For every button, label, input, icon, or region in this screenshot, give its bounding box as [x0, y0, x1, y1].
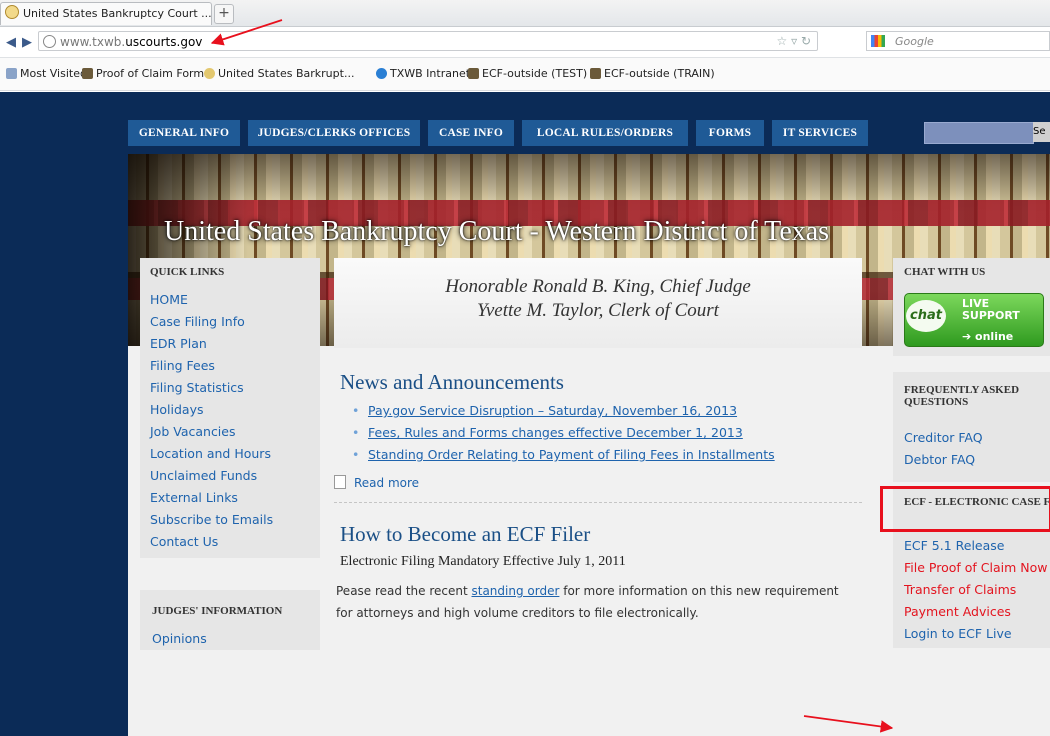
ecf-text-before: Pease read the recent — [336, 584, 472, 598]
chat-bubble-icon: chat — [906, 300, 946, 332]
nav-general-info[interactable]: GENERAL INFO — [128, 120, 240, 146]
debtor-faq-link[interactable]: Debtor FAQ — [904, 452, 975, 467]
bookmark-label: TXWB Intranet — [390, 67, 471, 80]
live-support-label: LIVE SUPPORT — [962, 298, 1020, 322]
scales-icon — [590, 68, 601, 79]
address-bar[interactable]: www.txwb.uscourts.gov ☆ ▿ ↻ — [38, 31, 818, 51]
url-domain: uscourts.gov — [125, 35, 203, 49]
nav-it-services[interactable]: IT SERVICES — [772, 120, 868, 146]
globe-icon — [43, 35, 56, 48]
judges-info-heading: JUDGES' INFORMATION — [152, 605, 283, 617]
clerk-line: Yvette M. Taylor, Clerk of Court — [477, 300, 719, 321]
seal-icon — [5, 5, 19, 19]
ecf-link-payment[interactable]: Payment Advices — [904, 604, 1047, 626]
quick-link-unclaimed-funds[interactable]: Unclaimed Funds — [150, 467, 273, 489]
support-label: SUPPORT — [962, 309, 1020, 322]
search-engine-label: Google — [895, 35, 934, 48]
quick-link-filing-fees[interactable]: Filing Fees — [150, 357, 273, 379]
quick-link-subscribe[interactable]: Subscribe to Emails — [150, 511, 273, 533]
bookmark-star-icon[interactable]: ☆ ▿ ↻ — [777, 34, 811, 48]
news-item[interactable]: Fees, Rules and Forms changes effective … — [352, 425, 775, 447]
ecf-mandatory-subheading: Electronic Filing Mandatory Effective Ju… — [340, 554, 626, 569]
url-prefix: www.txwb. — [60, 35, 126, 49]
online-text: online — [975, 330, 1014, 343]
news-heading: News and Announcements — [340, 370, 564, 394]
opinions-link[interactable]: Opinions — [152, 631, 207, 646]
ecf-link-release[interactable]: ECF 5.1 Release — [904, 538, 1047, 560]
bookmark-label: ECF-outside (TRAIN) — [604, 67, 715, 80]
site-search-button[interactable]: Se — [1033, 122, 1050, 142]
ecf-link-login[interactable]: Login to ECF Live — [904, 626, 1047, 648]
bookmark-ecf-test[interactable]: ECF-outside (TEST) — [468, 67, 587, 80]
quick-link-location[interactable]: Location and Hours — [150, 445, 273, 467]
scales-icon — [82, 68, 93, 79]
news-list: Pay.gov Service Disruption – Saturday, N… — [352, 403, 775, 469]
bookmark-label: United States Barkrupt... — [218, 67, 355, 80]
standing-order-link[interactable]: standing order — [472, 584, 560, 598]
ecf-paragraph-line2: for attorneys and high volume creditors … — [336, 606, 699, 620]
ecf-paragraph: Pease read the recent standing order for… — [336, 584, 839, 598]
google-icon — [871, 35, 885, 47]
browser-tab[interactable]: United States Bankruptcy Court ... — [0, 2, 212, 25]
chief-judge-line: Honorable Ronald B. King, Chief Judge — [445, 276, 751, 297]
quick-links-list: HOME Case Filing Info EDR Plan Filing Fe… — [150, 291, 273, 555]
quick-link-filing-statistics[interactable]: Filing Statistics — [150, 379, 273, 401]
forward-icon[interactable]: ▶ — [22, 35, 32, 50]
bookmark-proof-of-claim[interactable]: Proof of Claim Form — [82, 67, 204, 80]
ecf-text-after: for more information on this new require… — [559, 584, 839, 598]
ecf-filer-heading: How to Become an ECF Filer — [340, 522, 591, 546]
ecf-link-proof-of-claim[interactable]: File Proof of Claim Now — [904, 560, 1047, 582]
read-more-link[interactable]: Read more — [334, 475, 419, 490]
site-title: United States Bankruptcy Court - Western… — [164, 216, 830, 247]
scales-icon — [468, 68, 479, 79]
seal-icon — [204, 68, 215, 79]
bookmark-icon — [6, 68, 17, 79]
nav-forms[interactable]: FORMS — [696, 120, 764, 146]
bookmark-ecf-train[interactable]: ECF-outside (TRAIN) — [590, 67, 715, 80]
nav-local-rules[interactable]: LOCAL RULES/ORDERS — [522, 120, 688, 146]
navigation-bar: ◀ ▶ www.txwb.uscourts.gov ☆ ▿ ↻ Google — [0, 27, 1050, 58]
quick-link-external[interactable]: External Links — [150, 489, 273, 511]
nav-case-info[interactable]: CASE INFO — [428, 120, 514, 146]
tab-strip: United States Bankruptcy Court ... + — [0, 0, 1050, 27]
quick-link-job-vacancies[interactable]: Job Vacancies — [150, 423, 273, 445]
bookmark-label: ECF-outside (TEST) — [482, 67, 588, 80]
ie-icon — [376, 68, 387, 79]
annotation-highlight-box — [880, 486, 1050, 532]
bookmark-most-visited[interactable]: Most Visited — [6, 67, 87, 80]
search-engine-box[interactable]: Google — [866, 31, 1050, 51]
quick-links-heading: QUICK LINKS — [150, 266, 225, 278]
chat-heading: CHAT WITH US — [904, 266, 986, 278]
news-item[interactable]: Pay.gov Service Disruption – Saturday, N… — [352, 403, 775, 425]
bookmark-label: Proof of Claim Form — [96, 67, 205, 80]
read-more-label: Read more — [354, 476, 420, 490]
ecf-links: ECF 5.1 Release File Proof of Claim Now … — [904, 538, 1047, 648]
faq-heading: FREQUENTLY ASKED QUESTIONS — [904, 384, 1020, 408]
divider — [334, 502, 862, 503]
creditor-faq-link[interactable]: Creditor FAQ — [904, 430, 983, 445]
tab-title: United States Bankruptcy Court ... — [23, 7, 212, 20]
document-icon — [334, 475, 346, 489]
bookmarks-bar: Most Visited Proof of Claim Form United … — [0, 58, 1050, 91]
bookmark-label: Most Visited — [20, 67, 87, 80]
quick-link-edr-plan[interactable]: EDR Plan — [150, 335, 273, 357]
arrow-circle-icon: ➔ — [962, 330, 976, 343]
news-item[interactable]: Standing Order Relating to Payment of Fi… — [352, 447, 775, 469]
bookmark-us-bankruptcy[interactable]: United States Barkrupt... — [204, 67, 354, 80]
nav-judges-clerks[interactable]: JUDGES/CLERKS OFFICES — [248, 120, 420, 146]
new-tab-button[interactable]: + — [214, 4, 234, 24]
quick-link-contact[interactable]: Contact Us — [150, 533, 273, 555]
back-icon[interactable]: ◀ — [6, 35, 16, 50]
bookmark-txwb-intranet[interactable]: TXWB Intranet — [376, 67, 470, 80]
quick-link-holidays[interactable]: Holidays — [150, 401, 273, 423]
browser-chrome: United States Bankruptcy Court ... + ◀ ▶… — [0, 0, 1050, 92]
quick-link-home[interactable]: HOME — [150, 291, 273, 313]
online-label: ➔ online — [962, 330, 1013, 343]
site-search-input[interactable] — [924, 122, 1034, 144]
ecf-link-transfer[interactable]: Transfer of Claims — [904, 582, 1047, 604]
quick-link-case-filing[interactable]: Case Filing Info — [150, 313, 273, 335]
